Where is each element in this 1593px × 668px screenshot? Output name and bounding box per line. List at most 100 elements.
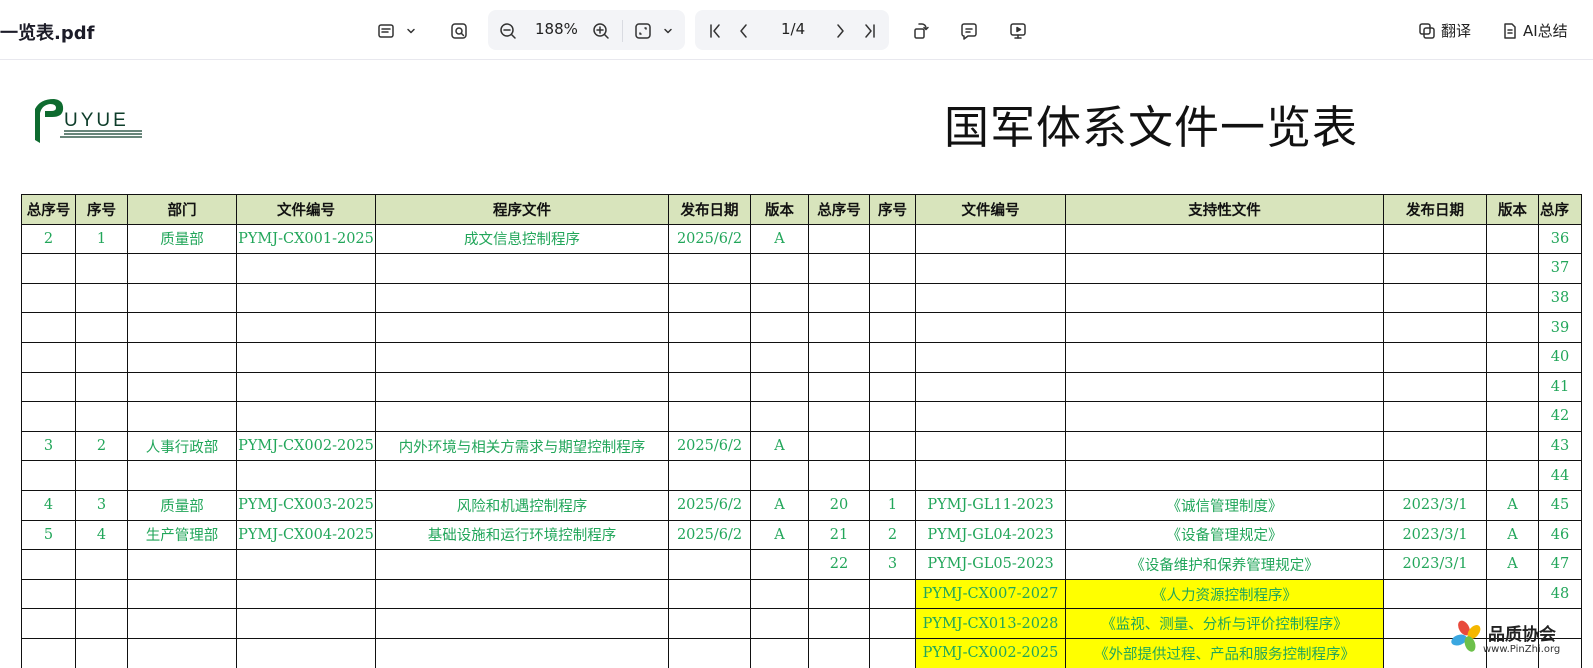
table-cell: [1486, 371, 1539, 403]
table-cell: [236, 371, 376, 403]
table-cell: [1486, 223, 1539, 255]
column-header: 支持性文件: [1065, 194, 1384, 225]
table-cell: [1383, 312, 1487, 343]
table-cell: [375, 312, 669, 343]
table-cell: PYMJ-CX007-2027: [915, 578, 1066, 610]
table-cell: [21, 282, 76, 314]
table-cell: [21, 608, 76, 639]
column-header: 序号: [869, 194, 916, 225]
table-cell: [1383, 578, 1487, 610]
table-row: 44: [21, 460, 1582, 491]
column-header: 序号: [75, 194, 128, 225]
table-cell: [1065, 341, 1384, 373]
table-cell: [808, 401, 870, 432]
table-cell: 4: [21, 489, 76, 521]
table-cell: [1486, 253, 1539, 284]
table-cell: [668, 578, 751, 610]
column-header: 部门: [127, 194, 237, 225]
table-cell: 37: [1538, 253, 1582, 284]
table-cell: PYMJ-CX001-2025: [236, 223, 376, 255]
table-cell: [750, 371, 809, 403]
column-header: 程序文件: [375, 194, 669, 225]
table-cell: 22: [808, 549, 870, 580]
table-cell: [75, 312, 128, 343]
search-doc-icon[interactable]: [447, 18, 471, 44]
document-title: 国军体系文件一览表: [944, 101, 1359, 154]
chevron-down-icon[interactable]: [404, 18, 418, 44]
table-cell: [1486, 401, 1539, 432]
watermark-text: 品质协会: [1488, 625, 1556, 645]
table-cell: 2025/6/2: [668, 430, 751, 462]
chevron-down-icon[interactable]: [661, 18, 675, 44]
table-cell: 36: [1538, 223, 1582, 255]
table-row: 2 1 质量部 PYMJ-CX001-2025 成文信息控制程序 2025/6/2 A 36: [21, 223, 1582, 255]
table-row: 38: [21, 282, 1582, 314]
table-cell: 21: [808, 519, 870, 551]
table-cell: 风险和机遇控制程序: [375, 489, 669, 521]
table-cell: [915, 371, 1066, 403]
table-cell: 2025/6/2: [668, 223, 751, 255]
file-list-table: 总序号 序号 部门 文件编号 程序文件 发布日期 版本 总序号 序号 文件编号 支持性文件 发布日期版…: [21, 194, 1582, 668]
rotate-icon[interactable]: [908, 18, 932, 44]
table-cell: PYMJ-CX003-2025: [236, 489, 376, 521]
table-cell: [1383, 223, 1487, 255]
table-cell: [75, 371, 128, 403]
table-row: 41: [21, 371, 1582, 403]
table-cell: 4: [75, 519, 128, 551]
table-cell: [1065, 401, 1384, 432]
table-cell: [1383, 401, 1487, 432]
next-page-icon[interactable]: [829, 18, 851, 44]
table-cell: [808, 282, 870, 314]
table-cell: [808, 341, 870, 373]
table-cell: [750, 460, 809, 491]
table-cell: [750, 549, 809, 580]
table-cell: [750, 578, 809, 610]
table-cell: [1383, 282, 1487, 314]
table-cell: [127, 578, 237, 610]
layout-icon[interactable]: [374, 18, 398, 44]
comment-icon[interactable]: [957, 18, 981, 44]
table-cell: 48: [1538, 578, 1582, 610]
ai-summary-button[interactable]: AI总结: [1523, 20, 1568, 41]
table-cell: [127, 282, 237, 314]
last-page-icon[interactable]: [859, 18, 881, 44]
table-cell: [127, 608, 237, 639]
table-row: 5 4 生产管理部 PYMJ-CX004-2025 基础设施和运行环境控制程序 2025/…: [21, 519, 1582, 551]
table-cell: [75, 608, 128, 639]
table-cell: [869, 371, 916, 403]
table-cell: [915, 341, 1066, 373]
table-cell: [236, 460, 376, 491]
table-cell: [750, 401, 809, 432]
table-cell: [1065, 282, 1384, 314]
pdf-page: UYUE 国军体系文件一览表 总序号 序号 部门 文件编号 程序文件 发布日期 版本 总序号序…: [0, 61, 1593, 668]
table-cell: PYMJ-GL04-2023: [915, 519, 1066, 551]
table-cell: [375, 460, 669, 491]
table-cell: [869, 341, 916, 373]
translate-button[interactable]: 翻译: [1441, 20, 1471, 41]
table-cell: [668, 312, 751, 343]
table-cell: [808, 578, 870, 610]
present-icon[interactable]: [1006, 18, 1030, 44]
zoom-in-icon[interactable]: [589, 18, 613, 44]
table-cell: [869, 608, 916, 639]
table-cell: [236, 637, 376, 668]
table-cell: [375, 549, 669, 580]
table-cell: [1065, 460, 1384, 491]
table-cell: [750, 341, 809, 373]
translate-icon[interactable]: [1417, 18, 1437, 44]
prev-page-icon[interactable]: [733, 18, 755, 44]
zoom-level[interactable]: 188%: [535, 20, 578, 38]
table-cell: 2: [21, 223, 76, 255]
ai-summary-icon[interactable]: [1500, 18, 1520, 44]
fit-page-icon[interactable]: [631, 18, 655, 44]
table-cell: 《设备维护和保养管理规定》: [1065, 549, 1384, 580]
table-cell: [1486, 312, 1539, 343]
table-cell: A: [750, 489, 809, 521]
table-cell: [127, 401, 237, 432]
table-cell: 2025/6/2: [668, 519, 751, 551]
zoom-out-icon[interactable]: [496, 18, 520, 44]
page-indicator[interactable]: 1/4: [781, 20, 805, 38]
table-cell: [1383, 460, 1487, 491]
first-page-icon[interactable]: [704, 18, 726, 44]
divider: [622, 20, 623, 42]
